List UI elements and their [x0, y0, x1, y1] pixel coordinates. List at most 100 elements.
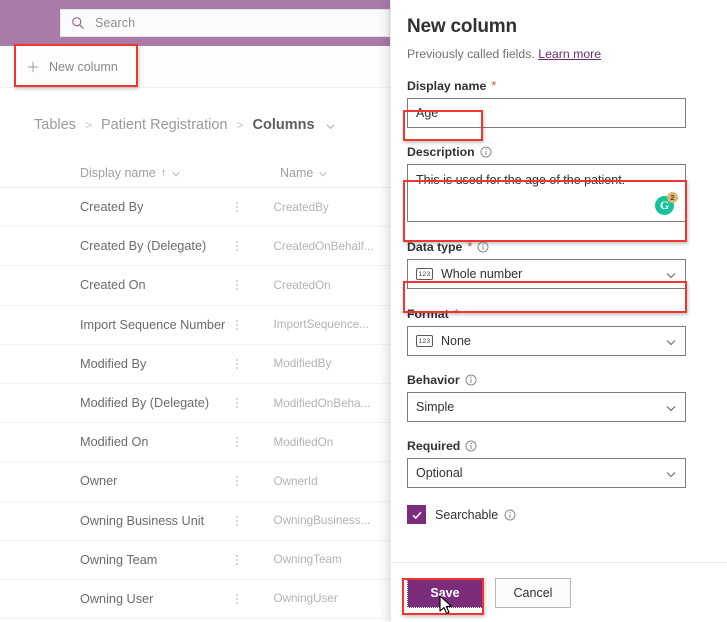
searchable-row[interactable]: Searchable	[407, 505, 705, 524]
table-row[interactable]: Modified On ModifiedOn	[0, 423, 400, 463]
breadcrumb-separator: >	[84, 118, 92, 132]
table-row[interactable]: Import Sequence Number ImportSequence...	[0, 306, 400, 345]
cell-name: OwningUser	[273, 592, 338, 606]
info-icon[interactable]	[465, 440, 477, 452]
cell-name: OwningBusiness...	[273, 514, 371, 528]
row-more-options-icon[interactable]	[231, 554, 243, 565]
table-row[interactable]: Modified By (Delegate) ModifiedOnBeha...	[0, 384, 400, 424]
row-more-options-icon[interactable]	[231, 593, 243, 604]
cancel-button[interactable]: Cancel	[495, 577, 571, 608]
table-header-row: Display name ↑ Name	[0, 158, 400, 188]
global-search-box[interactable]: Search	[60, 9, 390, 37]
column-header-display-name[interactable]: Display name ↑	[80, 166, 280, 180]
cell-display-name: Created By	[80, 200, 144, 215]
breadcrumb: Tables > Patient Registration > Columns	[34, 117, 336, 133]
data-type-label: Data type *	[407, 239, 705, 254]
search-icon	[71, 16, 85, 30]
columns-table: Display name ↑ Name Created By CreatedBy…	[0, 158, 400, 620]
table-row[interactable]: Modified By ModifiedBy	[0, 345, 400, 384]
required-value: Optional	[416, 466, 463, 480]
learn-more-link[interactable]: Learn more	[538, 47, 601, 61]
grammarly-icon[interactable]: G 2	[655, 192, 678, 215]
behavior-select[interactable]: Simple	[407, 392, 686, 422]
label-text: Required	[407, 439, 461, 453]
table-body: Created By CreatedBy Created By (Delegate)…	[0, 188, 400, 620]
grammarly-badge-count: 2	[667, 192, 678, 203]
description-label: Description	[407, 145, 705, 159]
row-more-options-icon[interactable]	[231, 358, 243, 369]
sort-ascending-icon: ↑	[160, 166, 167, 179]
description-textarea[interactable]: This is used for the age of the patient.…	[407, 164, 686, 222]
format-select[interactable]: 123 None	[407, 326, 686, 356]
cell-display-name: Import Sequence Number	[80, 317, 226, 332]
row-more-options-icon[interactable]	[231, 476, 243, 487]
panel-body: New column Previously called fields. Lea…	[391, 0, 727, 562]
number-format-icon: 123	[416, 268, 433, 280]
row-more-options-icon[interactable]	[231, 202, 243, 213]
new-column-button[interactable]: New column	[18, 51, 130, 83]
table-row[interactable]: Created On CreatedOn	[0, 266, 400, 306]
cell-name: CreatedOn	[273, 278, 331, 292]
table-row[interactable]: Owning User OwningUser	[0, 580, 400, 620]
cell-name: CreatedOnBehalf...	[273, 239, 374, 253]
description-field: Description This is used for the age of …	[407, 145, 705, 222]
new-column-label: New column	[49, 60, 118, 74]
table-row[interactable]: Owner OwnerId	[0, 462, 400, 502]
table-row[interactable]: Owning Team OwningTeam	[0, 541, 400, 580]
format-field: Format * 123 None	[407, 306, 705, 356]
cell-name: ModifiedOn	[273, 435, 334, 449]
info-icon[interactable]	[477, 241, 489, 253]
row-more-options-icon[interactable]	[231, 319, 243, 330]
behavior-label: Behavior	[407, 373, 705, 387]
searchable-checkbox[interactable]	[407, 505, 426, 524]
panel-subtitle-text: Previously called fields.	[407, 47, 535, 61]
chevron-down-icon[interactable]	[665, 401, 677, 413]
format-value: None	[441, 334, 471, 348]
breadcrumb-item-columns[interactable]: Columns	[253, 117, 315, 133]
row-more-options-icon[interactable]	[231, 280, 243, 291]
column-header-label: Display name	[80, 165, 156, 180]
cell-display-name: Modified On	[80, 435, 149, 450]
breadcrumb-item-tables[interactable]: Tables	[34, 117, 76, 133]
row-more-options-icon[interactable]	[231, 398, 243, 409]
display-name-input[interactable]	[407, 98, 686, 128]
searchable-label: Searchable	[435, 508, 516, 522]
number-format-icon: 123	[416, 335, 433, 347]
table-row[interactable]: Created By CreatedBy	[0, 188, 400, 228]
format-label: Format *	[407, 306, 705, 321]
mouse-cursor	[438, 595, 454, 617]
column-header-name[interactable]: Name	[280, 166, 328, 180]
label-text: Data type	[407, 239, 463, 254]
chevron-down-icon[interactable]	[171, 168, 181, 178]
display-name-label: Display name *	[407, 78, 705, 93]
cell-display-name: Owning Business Unit	[80, 513, 205, 528]
chevron-down-icon[interactable]	[665, 268, 677, 280]
behavior-field: Behavior Simple	[407, 373, 705, 422]
row-more-options-icon[interactable]	[231, 437, 243, 448]
cell-name: ModifiedBy	[273, 357, 332, 371]
cell-name: ModifiedOnBeha...	[273, 396, 371, 410]
data-type-select[interactable]: 123 Whole number	[407, 259, 686, 289]
row-more-options-icon[interactable]	[231, 515, 243, 526]
app-window: Search New column Tables > Patient Regis…	[0, 0, 727, 622]
cell-display-name: Owner	[80, 474, 118, 489]
chevron-down-icon[interactable]	[665, 467, 677, 479]
chevron-down-icon[interactable]	[318, 168, 328, 178]
chevron-down-icon[interactable]	[665, 335, 677, 347]
behavior-value: Simple	[416, 400, 455, 414]
table-row[interactable]: Created By (Delegate) CreatedOnBehalf...	[0, 227, 400, 267]
label-text: Display name	[407, 78, 487, 93]
info-icon[interactable]	[504, 509, 516, 521]
required-marker: *	[467, 239, 473, 254]
cell-name: ImportSequence...	[273, 318, 370, 332]
table-row[interactable]: Owning Business Unit OwningBusiness...	[0, 502, 400, 541]
cell-display-name: Created By (Delegate)	[80, 239, 207, 254]
row-more-options-icon[interactable]	[231, 241, 243, 252]
panel-title: New column	[407, 16, 517, 37]
chevron-down-icon[interactable]	[325, 120, 336, 131]
info-icon[interactable]	[480, 146, 492, 158]
breadcrumb-item-table[interactable]: Patient Registration	[101, 117, 228, 133]
info-icon[interactable]	[465, 374, 477, 386]
search-placeholder: Search	[95, 16, 136, 30]
required-select[interactable]: Optional	[407, 458, 686, 488]
